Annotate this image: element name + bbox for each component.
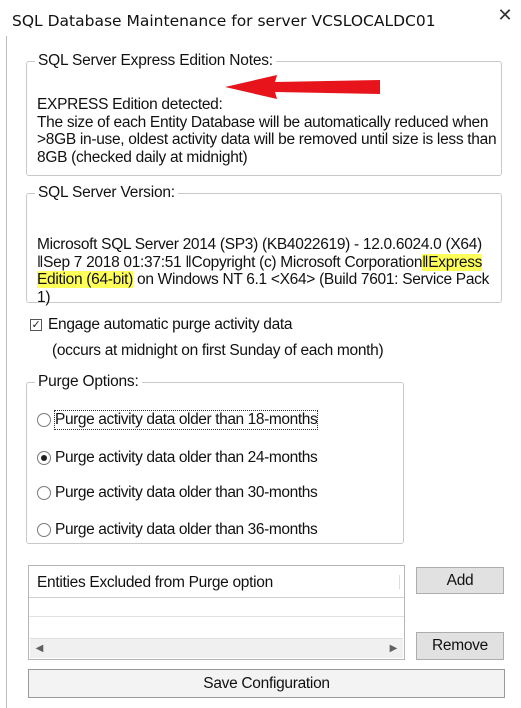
radio-36-months[interactable] (37, 523, 51, 537)
purge-options-legend: Purge Options: (38, 373, 139, 390)
auto-purge-label: Engage automatic purge activity data (48, 316, 293, 333)
radio-label-24-months: Purge activity data older than 24-months (55, 449, 318, 466)
excluded-entities-list[interactable]: Entities Excluded from Purge option ◀ ▶ (28, 565, 405, 660)
list-row-divider (29, 616, 404, 617)
express-notes-group: SQL Server Express Edition Notes: EXPRES… (26, 52, 502, 176)
radio-row-24-months[interactable]: Purge activity data older than 24-months (37, 449, 318, 467)
window-title: SQL Database Maintenance for server VCSL… (12, 12, 436, 30)
radio-30-months[interactable] (37, 486, 51, 500)
radio-row-18-months[interactable]: Purge activity data older than 18-months (37, 410, 319, 430)
radio-label-36-months: Purge activity data older than 36-months (55, 521, 318, 538)
scroll-right-icon[interactable]: ▶ (384, 639, 403, 658)
radio-label-18-months: Purge activity data older than 18-months (53, 410, 319, 430)
auto-purge-sublabel: (occurs at midnight on first Sunday of e… (52, 342, 384, 359)
express-notes-text: EXPRESS Edition detected: The size of ea… (37, 96, 497, 166)
radio-24-months[interactable] (37, 451, 51, 465)
horizontal-scrollbar[interactable]: ◀ ▶ (30, 638, 403, 658)
radio-label-30-months: Purge activity data older than 30-months (55, 484, 318, 501)
red-arrow-annotation (225, 75, 380, 99)
auto-purge-checkbox-row[interactable]: ✓ Engage automatic purge activity data (30, 316, 293, 334)
column-separator[interactable] (399, 575, 400, 589)
sql-version-group: SQL Server Version: Microsoft SQL Server… (26, 184, 502, 306)
purge-options-group: Purge Options: Purge activity data older… (26, 373, 404, 544)
excluded-entities-header-label: Entities Excluded from Purge option (37, 574, 273, 591)
sql-version-text: Microsoft SQL Server 2014 (SP3) (KB40226… (37, 236, 497, 306)
remove-button[interactable]: Remove (416, 632, 504, 660)
scroll-left-icon[interactable]: ◀ (30, 639, 49, 658)
excluded-entities-header[interactable]: Entities Excluded from Purge option (29, 566, 404, 598)
close-icon[interactable]: ✕ (494, 4, 516, 28)
radio-18-months[interactable] (37, 413, 51, 427)
express-notes-body: The size of each Entity Database will be… (37, 113, 497, 166)
auto-purge-checkbox[interactable]: ✓ (30, 319, 42, 331)
save-configuration-button[interactable]: Save Configuration (28, 669, 505, 698)
sql-version-before: Microsoft SQL Server 2014 (SP3) (KB40226… (37, 236, 482, 271)
window-left-border (6, 36, 7, 708)
add-button[interactable]: Add (416, 567, 504, 594)
radio-row-36-months[interactable]: Purge activity data older than 36-months (37, 521, 318, 539)
express-notes-legend: SQL Server Express Edition Notes: (38, 52, 273, 69)
radio-row-30-months[interactable]: Purge activity data older than 30-months (37, 484, 318, 502)
sql-version-legend: SQL Server Version: (38, 184, 175, 201)
